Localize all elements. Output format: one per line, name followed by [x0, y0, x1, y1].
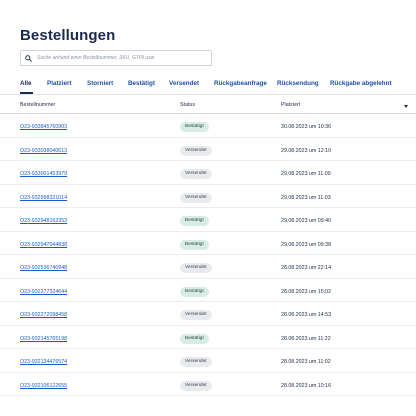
- order-number-link[interactable]: O23-932277324644: [20, 289, 67, 295]
- search-box[interactable]: [20, 50, 212, 66]
- tab-ruecksendung[interactable]: Rücksendung: [277, 80, 319, 87]
- table-row: O23-933038040613 Versendet 29.08.2023 um 1…: [0, 138, 416, 161]
- placed-date: 29.08.2023 um 09:40: [281, 218, 332, 224]
- order-number-link[interactable]: O23-933038040613: [20, 148, 67, 154]
- status-badge: Bestätigt: [180, 216, 209, 226]
- status-badge: Bestätigt: [180, 286, 209, 297]
- placed-date: 28.08.2023 um 15:02: [281, 288, 332, 295]
- tab-storniert[interactable]: Storniert: [87, 80, 113, 87]
- search-icon: [25, 54, 32, 62]
- table-row: O23-932536740948 Versendet 28.08.2023 um 2…: [0, 255, 416, 279]
- status-badge: Versendet: [180, 169, 212, 179]
- sort-down-icon[interactable]: [404, 105, 408, 108]
- page-title: Bestellungen: [20, 27, 116, 44]
- order-number-link[interactable]: O23-932536740948: [20, 265, 67, 271]
- order-number-link[interactable]: O23-933001453979: [20, 171, 67, 177]
- placed-date: 28.08.2023 um 22:14: [281, 265, 332, 271]
- order-number-link[interactable]: O23-932947044838: [20, 242, 67, 248]
- tab-rueckgabe-abgelehnt[interactable]: Rückgabe abgelehnt: [330, 80, 392, 87]
- order-number-link[interactable]: O23-932134476574: [20, 359, 67, 365]
- placed-date: 29.08.2023 um 11:03: [281, 194, 331, 201]
- tab-rueckgabeanfrage[interactable]: Rückgabeanfrage: [214, 80, 267, 87]
- placed-date: 28.08.2023 um 11:22: [281, 335, 331, 342]
- placed-date: 28.08.2023 um 11:02: [281, 359, 331, 365]
- status-badge: Bestätigt: [180, 239, 209, 250]
- table-header: Bestellnummer Status Platziert: [0, 100, 416, 112]
- status-badge: Versendet: [180, 310, 212, 320]
- status-badge: Versendet: [180, 357, 212, 367]
- table-row: O23-932998321014 Versendet 29.08.2023 um 1…: [0, 185, 416, 208]
- tab-versendet[interactable]: Versendet: [169, 80, 199, 87]
- placed-date: 28.08.2023 um 10:16: [281, 382, 332, 389]
- tab-platziert[interactable]: Platziert: [47, 80, 72, 87]
- table-row: O23-933001453979 Versendet 29.08.2023 um 1…: [0, 161, 416, 185]
- order-number-link[interactable]: O23-932106122655: [20, 383, 67, 389]
- order-number-link[interactable]: O23-932948162353: [20, 218, 67, 224]
- order-number-link[interactable]: O23-932145765198: [20, 336, 67, 342]
- table-row: O23-932947044838 Bestätigt 29.08.2023 um 0…: [0, 232, 416, 255]
- placed-date: 29.08.2023 um 11:09: [281, 171, 331, 177]
- status-tabs: Alle Platziert Storniert Bestätigt Verse…: [20, 80, 410, 92]
- table-row: O23-932272098458 Versendet 28.08.2023 um 1…: [0, 302, 416, 326]
- placed-date: 29.08.2023 um 09:38: [281, 241, 332, 248]
- placed-date: 30.08.2023 um 10:36: [281, 124, 332, 130]
- status-badge: Bestätigt: [180, 122, 209, 132]
- tab-alle[interactable]: Alle: [20, 80, 32, 87]
- column-header-date[interactable]: Platziert: [281, 102, 300, 108]
- table-row: O23-932106122655 Versendet 28.08.2023 um 1…: [0, 373, 416, 396]
- placed-date: 28.08.2023 um 14:53: [281, 312, 332, 318]
- status-badge: Versendet: [180, 263, 212, 273]
- column-header-order[interactable]: Bestellnummer: [20, 102, 55, 108]
- order-number-link[interactable]: O23-932998321014: [20, 195, 67, 201]
- order-number-link[interactable]: O23-933845760903: [20, 124, 67, 130]
- status-badge: Versendet: [180, 192, 212, 203]
- placed-date: 29.08.2023 um 12:10: [281, 147, 332, 154]
- tab-bestaetigt[interactable]: Bestätigt: [128, 80, 155, 87]
- table-row: O23-932145765198 Bestätigt 28.08.2023 um 1…: [0, 326, 416, 349]
- table-row: O23-932948162353 Bestätigt 29.08.2023 um 0…: [0, 208, 416, 232]
- search-input[interactable]: [37, 55, 207, 61]
- column-header-status[interactable]: Status: [180, 102, 195, 108]
- row-divider: [0, 395, 416, 396]
- status-badge: Versendet: [180, 380, 212, 391]
- table-row: O23-932134476574 Versendet 28.08.2023 um 1…: [0, 349, 416, 373]
- table-row: O23-932277324644 Bestätigt 28.08.2023 um 1…: [0, 279, 416, 302]
- order-number-link[interactable]: O23-932272098458: [20, 312, 67, 318]
- status-badge: Bestätigt: [180, 333, 209, 344]
- status-badge: Versendet: [180, 145, 212, 156]
- table-row: O23-933845760903 Bestätigt 30.08.2023 um 1…: [0, 114, 416, 138]
- tabs-divider: [0, 94, 416, 95]
